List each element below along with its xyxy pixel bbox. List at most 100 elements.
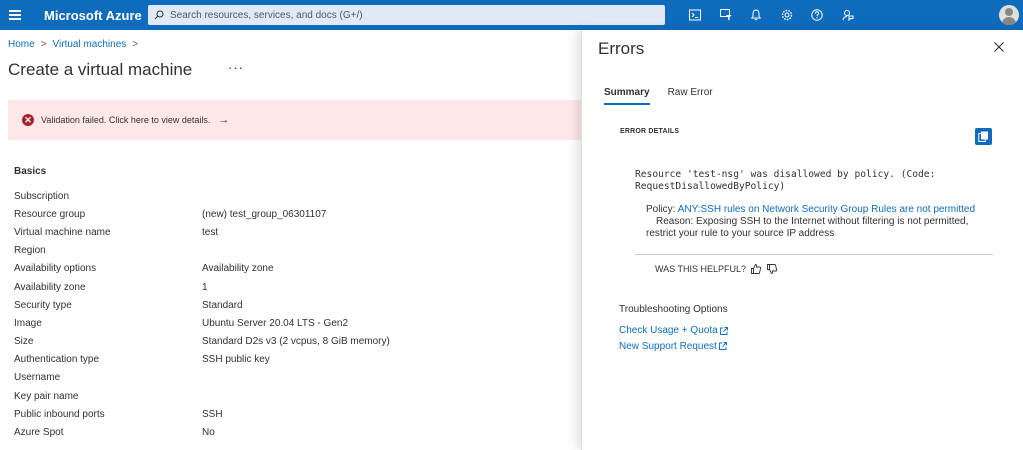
detail-row: Azure Spot No bbox=[14, 423, 390, 441]
error-details-label: ERROR DETAILS bbox=[620, 128, 680, 135]
detail-row: Authentication type SSH public key bbox=[14, 351, 390, 369]
search-placeholder: Search resources, services, and docs (G+… bbox=[170, 9, 363, 21]
policy-link[interactable]: ANY:SSH rules on Network Security Group … bbox=[678, 204, 975, 215]
detail-label: Authentication type bbox=[14, 354, 100, 366]
validation-banner[interactable]: ✕ Validation failed. Click here to view … bbox=[8, 100, 598, 140]
detail-value: 1 bbox=[202, 281, 208, 293]
help-icon bbox=[811, 9, 823, 21]
more-options-button[interactable]: ··· bbox=[228, 60, 244, 75]
detail-row: Security type Standard bbox=[14, 296, 390, 314]
link-label: New Support Request bbox=[619, 340, 717, 352]
notifications-icon bbox=[751, 9, 762, 21]
feedback-button[interactable] bbox=[833, 0, 864, 30]
error-icon: ✕ bbox=[22, 114, 34, 126]
cloud-shell-button[interactable] bbox=[680, 0, 711, 30]
breadcrumb-separator: > bbox=[40, 39, 47, 50]
detail-value: (new) test_group_06301107 bbox=[202, 208, 327, 220]
detail-label: Region bbox=[14, 245, 46, 257]
tab-summary[interactable]: Summary bbox=[604, 87, 650, 105]
detail-label: Security type bbox=[14, 299, 72, 311]
detail-row: Subscription bbox=[14, 187, 390, 205]
detail-label: Username bbox=[14, 372, 61, 384]
help-button[interactable] bbox=[802, 0, 833, 30]
feedback-prompt: WAS THIS HELPFUL? bbox=[655, 263, 778, 275]
new-support-request-link[interactable]: New Support Request bbox=[619, 339, 728, 355]
detail-row: Image Ubuntu Server 20.04 LTS - Gen2 bbox=[14, 314, 390, 332]
error-message: Resource 'test-nsg' was disallowed by po… bbox=[635, 169, 995, 193]
detail-label: Size bbox=[14, 336, 34, 348]
errors-panel: Errors Summary Raw Error ERROR DETAILS R… bbox=[581, 30, 1023, 450]
notifications-button[interactable] bbox=[741, 0, 772, 30]
search-input[interactable]: Search resources, services, and docs (G+… bbox=[148, 5, 665, 25]
detail-row: Username bbox=[14, 369, 390, 387]
link-label: Check Usage + Quota bbox=[619, 325, 718, 337]
validation-message: Validation failed. Click here to view de… bbox=[41, 115, 211, 125]
detail-label: Resource group bbox=[14, 208, 86, 220]
directory-filter-icon bbox=[719, 9, 732, 21]
feedback-icon bbox=[842, 10, 854, 21]
basics-details: Subscription Resource group (new) test_gr… bbox=[14, 187, 390, 442]
detail-label: Azure Spot bbox=[14, 427, 64, 439]
detail-value: Ubuntu Server 20.04 LTS - Gen2 bbox=[202, 317, 349, 329]
detail-row: Size Standard D2s v3 (2 vcpus, 8 GiB memo… bbox=[14, 333, 390, 351]
top-bar: Microsoft Azure Search resources, servic… bbox=[0, 0, 1023, 30]
troubleshooting-links: Check Usage + Quota New Support Request bbox=[619, 323, 728, 354]
search-icon bbox=[154, 10, 164, 20]
error-message-line: RequestDisallowedByPolicy) bbox=[635, 181, 786, 192]
avatar[interactable] bbox=[999, 5, 1019, 25]
breadcrumb-separator: > bbox=[132, 39, 139, 50]
section-title-basics: Basics bbox=[14, 166, 47, 177]
errors-tabs: Summary Raw Error bbox=[604, 87, 731, 105]
detail-value: test bbox=[202, 226, 219, 238]
cloud-shell-icon bbox=[689, 9, 702, 21]
copy-button[interactable] bbox=[975, 128, 992, 145]
detail-value: Standard bbox=[202, 299, 243, 311]
page-title: Create a virtual machine bbox=[8, 60, 193, 79]
portal-menu-button[interactable] bbox=[0, 0, 30, 30]
detail-row: Public inbound ports SSH bbox=[14, 405, 390, 423]
breadcrumb: Home > Virtual machines > bbox=[8, 39, 144, 50]
thumbs-down-icon[interactable] bbox=[766, 263, 778, 275]
detail-label: Availability zone bbox=[14, 281, 86, 293]
external-link-icon bbox=[718, 342, 727, 351]
detail-value: Standard D2s v3 (2 vcpus, 8 GiB memory) bbox=[202, 336, 390, 348]
detail-value: No bbox=[202, 427, 215, 439]
hamburger-icon bbox=[9, 14, 21, 16]
detail-row: Virtual machine name test bbox=[14, 223, 390, 241]
detail-row: Availability options Availability zone bbox=[14, 260, 390, 278]
detail-label: Image bbox=[14, 317, 42, 329]
troubleshooting-title: Troubleshooting Options bbox=[619, 304, 728, 315]
detail-label: Public inbound ports bbox=[14, 408, 105, 420]
breadcrumb-home[interactable]: Home bbox=[8, 39, 35, 50]
policy-reason: Reason: Exposing SSH to the Internet wit… bbox=[646, 215, 969, 239]
detail-row: Availability zone 1 bbox=[14, 278, 390, 296]
helpful-label: WAS THIS HELPFUL? bbox=[655, 264, 747, 274]
close-icon[interactable] bbox=[993, 41, 1005, 53]
detail-label: Availability options bbox=[14, 263, 97, 275]
detail-value: SSH bbox=[202, 408, 223, 420]
breadcrumb-virtual-machines[interactable]: Virtual machines bbox=[53, 39, 127, 50]
settings-button[interactable] bbox=[772, 0, 803, 30]
policy-details: Policy: ANY:SSH rules on Network Securit… bbox=[646, 204, 986, 239]
divider bbox=[635, 254, 993, 255]
brand-title[interactable]: Microsoft Azure bbox=[44, 8, 148, 23]
detail-label: Key pair name bbox=[14, 390, 79, 402]
detail-row: Region bbox=[14, 242, 390, 260]
detail-row: Key pair name bbox=[14, 387, 390, 405]
settings-icon bbox=[781, 9, 792, 21]
detail-label: Subscription bbox=[14, 190, 70, 202]
detail-row: Resource group (new) test_group_06301107 bbox=[14, 205, 390, 223]
error-message-line: Resource 'test-nsg' was disallowed by po… bbox=[635, 169, 936, 180]
check-usage-quota-link[interactable]: Check Usage + Quota bbox=[619, 323, 728, 339]
tab-raw-error[interactable]: Raw Error bbox=[668, 87, 713, 105]
detail-label: Virtual machine name bbox=[14, 226, 111, 238]
errors-panel-title: Errors bbox=[598, 39, 645, 58]
copy-icon bbox=[978, 131, 988, 142]
thumbs-up-icon[interactable] bbox=[750, 263, 762, 275]
external-link-icon bbox=[719, 326, 728, 335]
policy-label: Policy: bbox=[646, 204, 676, 215]
arrow-right-icon: → bbox=[218, 114, 230, 126]
detail-value: Availability zone bbox=[202, 263, 274, 275]
detail-value: SSH public key bbox=[202, 354, 270, 366]
directory-filter-button[interactable] bbox=[711, 0, 742, 30]
